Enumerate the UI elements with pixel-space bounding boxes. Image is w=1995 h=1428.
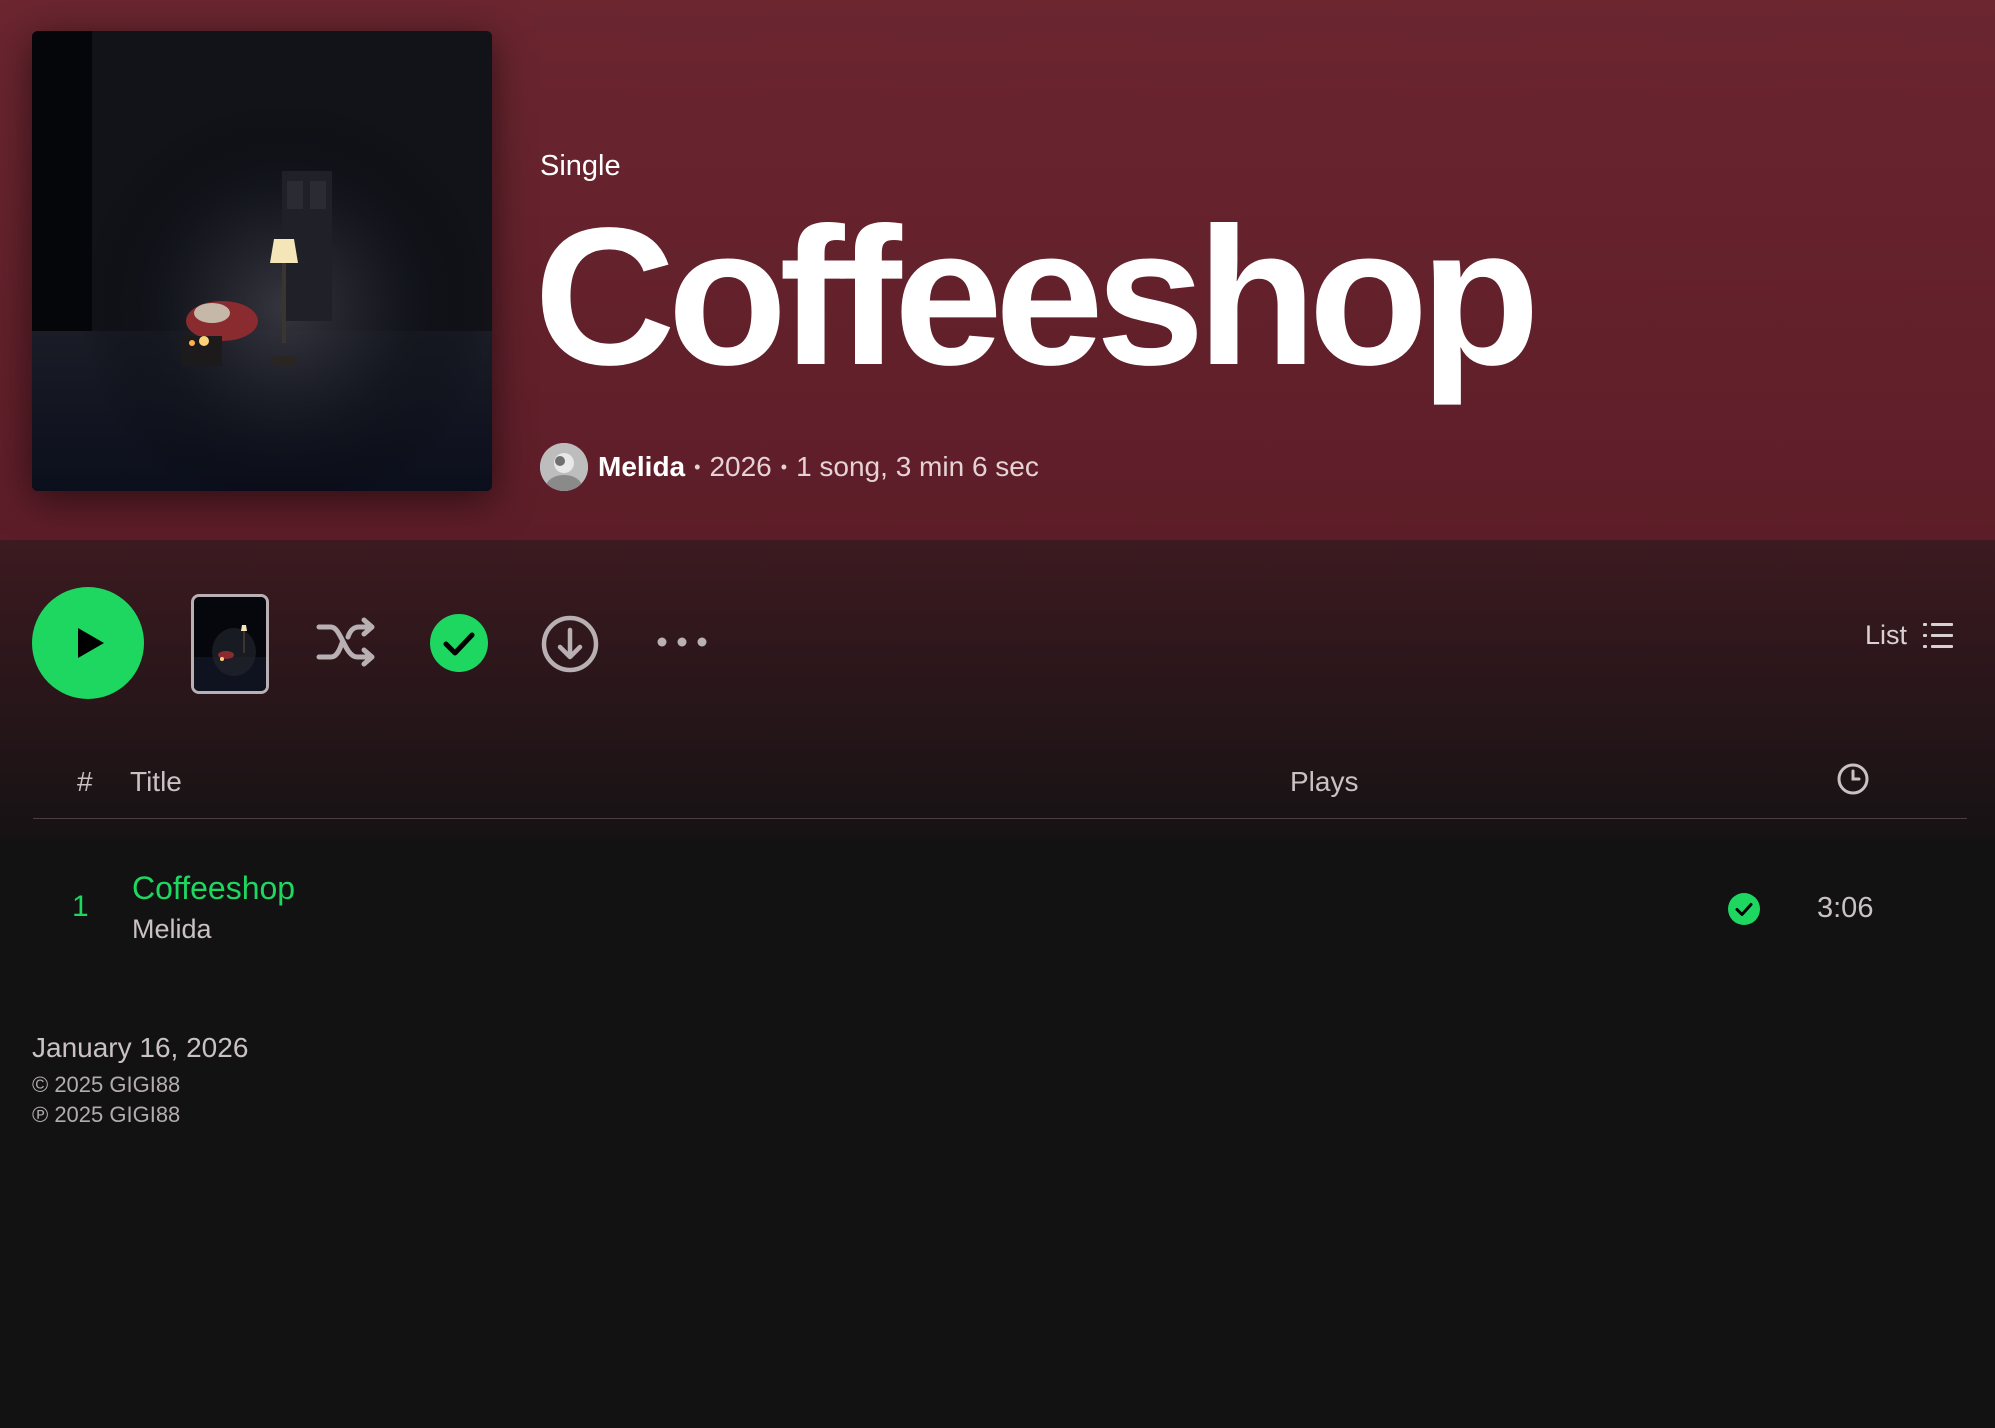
track-duration: 3:06	[1817, 892, 1874, 924]
saved-to-library-button[interactable]	[428, 612, 490, 674]
meta-separator: •	[780, 456, 788, 477]
more-icon	[657, 637, 707, 647]
album-summary: 1 song, 3 min 6 sec	[796, 451, 1039, 482]
preview-cover-button[interactable]	[191, 594, 269, 694]
release-info: January 16, 2026 © 2025 GIGI88 ℗ 2025 GI…	[32, 1032, 248, 1130]
track-artist[interactable]: Melida	[132, 914, 212, 945]
play-icon	[78, 628, 104, 658]
album-meta: Melida • 2026 • 1 song, 3 min 6 sec	[540, 442, 1039, 492]
artist-avatar[interactable]	[540, 443, 588, 491]
track-table-header: # Title Plays	[33, 760, 1967, 819]
track-saved-button[interactable]	[1727, 892, 1761, 926]
table-row[interactable]: 1 Coffeeshop Melida 3:06	[33, 860, 1967, 956]
list-icon	[1923, 622, 1953, 648]
download-button[interactable]	[538, 612, 602, 676]
download-icon	[541, 615, 599, 673]
release-date: January 16, 2026	[32, 1032, 249, 1063]
view-mode-label: List	[1864, 620, 1907, 650]
view-mode-button[interactable]: List	[1865, 620, 1953, 651]
more-options-button[interactable]	[650, 622, 714, 662]
column-duration	[1836, 762, 1870, 803]
album-header-text: Single Coffeeshop	[534, 150, 1540, 397]
album-page: Single Coffeeshop Melida • 2026 • 1 song…	[0, 0, 1995, 1428]
shuffle-button[interactable]	[312, 612, 380, 672]
phonogram-text: ℗ 2025 GIGI88	[32, 1102, 181, 1127]
column-plays: Plays	[1290, 766, 1359, 797]
album-cover	[32, 31, 492, 491]
track-title[interactable]: Coffeeshop	[132, 870, 295, 907]
check-icon	[1728, 893, 1760, 925]
artist-link[interactable]: Melida	[598, 451, 685, 483]
release-year: 2026	[709, 451, 772, 482]
album-type-label: Single	[540, 150, 621, 182]
album-title: Coffeeshop	[534, 187, 1540, 406]
column-title: Title	[130, 766, 182, 797]
play-button[interactable]	[32, 587, 144, 699]
copyright-text: © 2025 GIGI88	[32, 1072, 181, 1097]
track-number: 1	[72, 890, 89, 923]
clock-icon	[1837, 763, 1869, 795]
meta-separator: •	[694, 456, 701, 477]
check-icon	[430, 614, 488, 672]
shuffle-icon	[316, 617, 375, 667]
column-number: #	[77, 766, 93, 797]
